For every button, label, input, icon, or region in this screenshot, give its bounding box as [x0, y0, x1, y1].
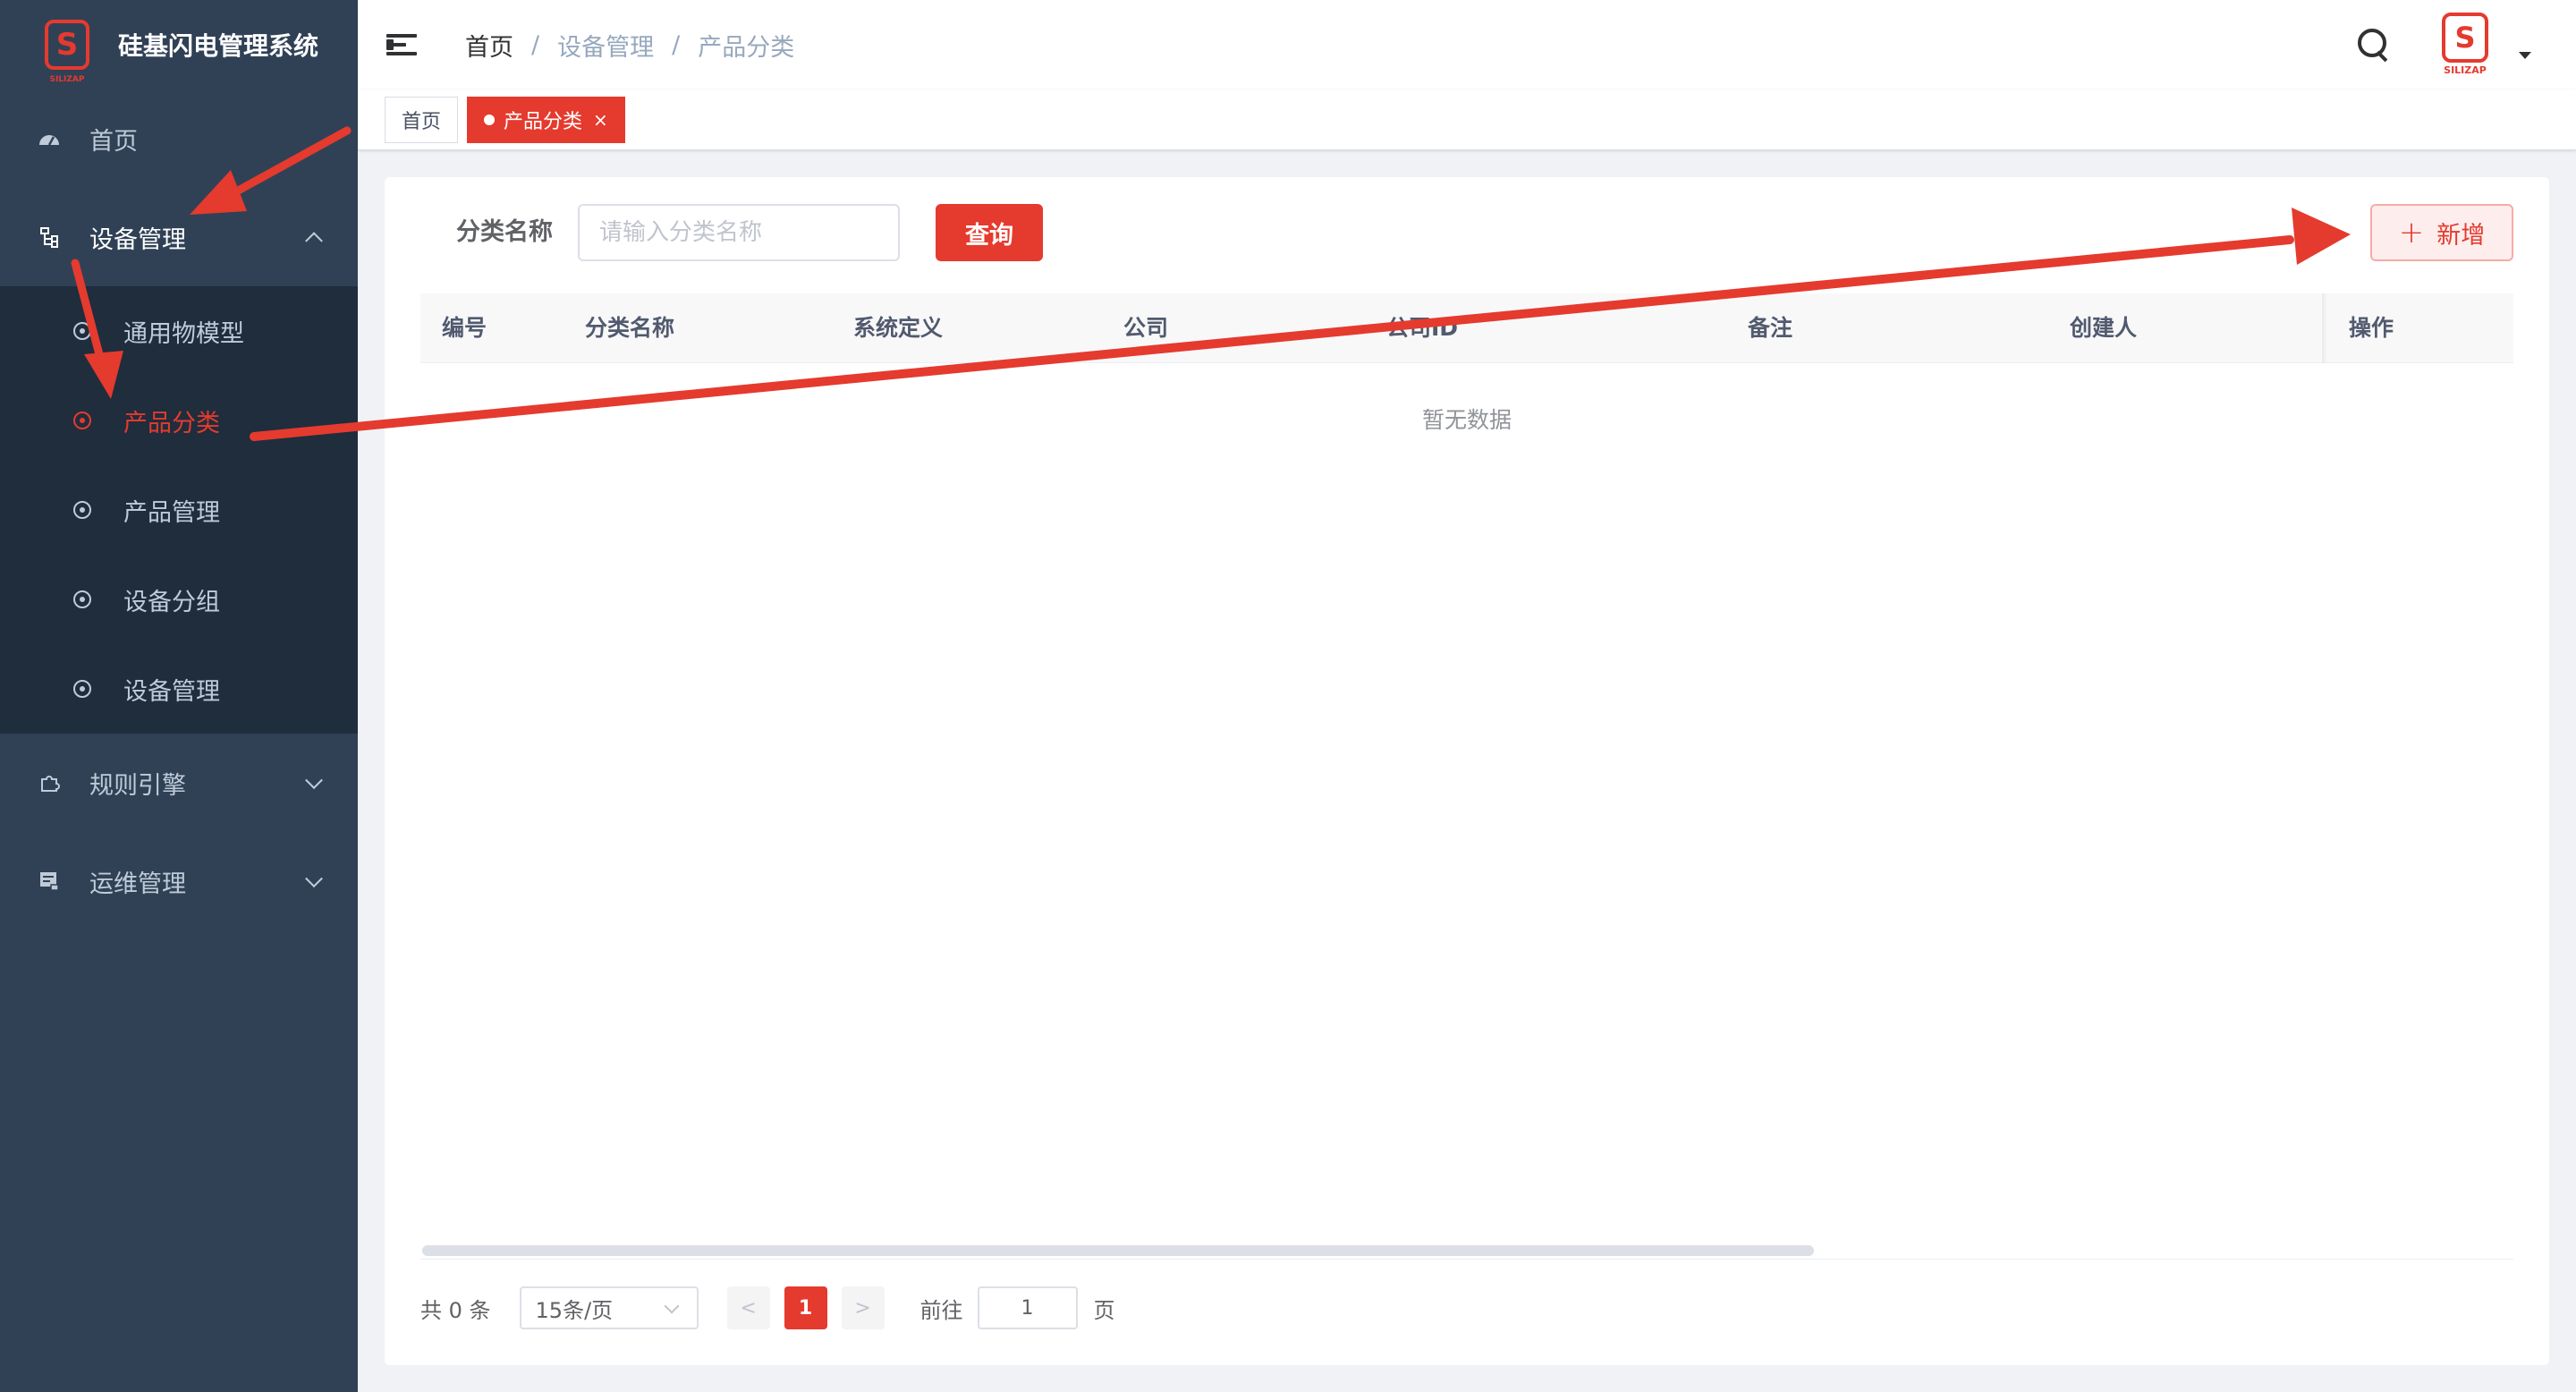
- sidebar-item-label: 首页: [89, 127, 138, 156]
- table-header: 编号 分类名称 系统定义 公司 公司ID 备注 创建人 操作: [420, 293, 2513, 363]
- sidebar-item-label: 运维管理: [89, 870, 186, 898]
- app-title: 硅基闪电管理系统: [118, 31, 319, 61]
- category-name-input[interactable]: [578, 204, 900, 261]
- breadcrumb-current: 产品分类: [698, 33, 795, 62]
- sidebar-item-label: 规则引擎: [89, 771, 186, 800]
- sidebar-item-rule-engine[interactable]: 规则引擎: [0, 734, 358, 832]
- search-form: 分类名称 查询: [385, 204, 2549, 261]
- pagination: 共 0 条 15条/页 < 1 > 前往 页: [420, 1286, 1115, 1329]
- sidebar-item-label: 产品管理: [123, 498, 220, 527]
- monitor-icon: [36, 868, 63, 895]
- table-empty-text: 暂无数据: [1421, 407, 1512, 433]
- horizontal-scrollbar[interactable]: [422, 1245, 1814, 1256]
- page-size-select[interactable]: 15条/页: [519, 1286, 699, 1329]
- dashboard-icon: [36, 125, 63, 152]
- logo-brand: SILIZAP: [49, 75, 85, 84]
- tag-label: 产品分类: [504, 110, 583, 133]
- column-header-creator: 创建人: [2070, 315, 2138, 341]
- fixed-column-shadow: [2322, 293, 2327, 363]
- column-header-actions: 操作: [2349, 315, 2394, 341]
- page-number-current[interactable]: 1: [784, 1286, 827, 1329]
- circle-icon: [73, 501, 91, 519]
- sidebar: S SILIZAP 硅基闪电管理系统 首页 设备管理 通用物模型 产品分类 产品…: [0, 0, 358, 1392]
- prev-page-button[interactable]: <: [726, 1286, 770, 1329]
- chevron-down-icon: [305, 771, 323, 790]
- jump-page-input[interactable]: [977, 1286, 1078, 1329]
- column-header-remark: 备注: [1748, 315, 1793, 341]
- sidebar-item-device-group[interactable]: 设备分组: [0, 555, 358, 644]
- search-icon[interactable]: [2356, 27, 2392, 63]
- top-navbar: 首页 / 设备管理 / 产品分类 S SILIZAP: [358, 0, 2576, 89]
- avatar[interactable]: S SILIZAP: [2438, 13, 2492, 77]
- column-header-company-id: 公司ID: [1386, 315, 1459, 341]
- sidebar-item-ops-management[interactable]: 运维管理: [0, 832, 358, 930]
- table-bottom-border: [420, 1259, 2513, 1260]
- chevron-up-icon: [305, 232, 323, 250]
- column-header-system-defined: 系统定义: [853, 315, 944, 341]
- add-button[interactable]: + 新增: [2370, 204, 2513, 261]
- active-dot-icon: [484, 114, 496, 125]
- puzzle-icon: [36, 769, 63, 796]
- submenu-device-management: 通用物模型 产品分类 产品管理 设备分组 设备管理: [0, 286, 358, 734]
- sidebar-item-product-management[interactable]: 产品管理: [0, 465, 358, 555]
- next-page-button[interactable]: >: [841, 1286, 885, 1329]
- tag-label: 首页: [402, 110, 442, 133]
- sidebar-item-label: 设备分组: [123, 588, 220, 616]
- breadcrumb-device-management: 设备管理: [557, 33, 655, 62]
- plus-icon: +: [2398, 215, 2425, 250]
- circle-icon: [73, 590, 91, 608]
- avatar-logo: S: [2442, 13, 2488, 63]
- circle-icon: [73, 680, 91, 698]
- logo-glyph: S: [55, 27, 79, 63]
- sidebar-item-label: 产品分类: [123, 409, 220, 437]
- column-header-category-name: 分类名称: [585, 315, 675, 341]
- tag-product-category[interactable]: 产品分类 ×: [467, 96, 625, 143]
- jump-suffix: 页: [1093, 1297, 1115, 1323]
- column-header-company: 公司: [1123, 315, 1169, 341]
- sidebar-item-label: 设备管理: [89, 225, 186, 254]
- tags-view: 首页 产品分类 ×: [358, 89, 2576, 150]
- sidebar-item-product-category[interactable]: 产品分类: [0, 376, 358, 465]
- breadcrumb-home[interactable]: 首页: [465, 28, 513, 63]
- avatar-brand: SILIZAP: [2444, 64, 2487, 76]
- app-logo: S SILIZAP: [45, 20, 89, 84]
- chevron-down-icon: [305, 870, 323, 888]
- sidebar-item-label: 设备管理: [123, 677, 220, 706]
- circle-icon: [73, 412, 91, 429]
- circle-icon: [73, 322, 91, 340]
- add-button-label: 新增: [2436, 221, 2486, 250]
- breadcrumb-separator: /: [672, 30, 681, 59]
- tag-home[interactable]: 首页: [385, 96, 459, 143]
- logo-row: S SILIZAP 硅基闪电管理系统: [0, 0, 358, 89]
- sidebar-item-device-list[interactable]: 设备管理: [0, 644, 358, 734]
- sidebar-item-home[interactable]: 首页: [0, 89, 358, 188]
- breadcrumb: 首页 / 设备管理 / 产品分类: [465, 28, 794, 63]
- sidebar-item-device-management[interactable]: 设备管理: [0, 188, 358, 286]
- column-header-id: 编号: [442, 315, 487, 341]
- jump-prefix: 前往: [919, 1297, 963, 1323]
- header-actions: S SILIZAP: [2356, 0, 2576, 89]
- page-size-value: 15条/页: [535, 1297, 614, 1323]
- category-table: 编号 分类名称 系统定义 公司 公司ID 备注 创建人 操作 暂无数据: [420, 293, 2513, 474]
- close-icon[interactable]: ×: [593, 109, 608, 131]
- main-content: 分类名称 查询 + 新增 编号 分类名称 系统定义 公司 公司ID 备注 创建人…: [385, 177, 2549, 1365]
- query-button[interactable]: 查询: [936, 204, 1043, 261]
- caret-down-icon[interactable]: [2519, 52, 2531, 59]
- category-name-label: 分类名称: [456, 218, 553, 246]
- pagination-total: 共 0 条: [420, 1297, 491, 1323]
- sidebar-toggle-icon[interactable]: [386, 32, 419, 57]
- tree-icon: [36, 224, 63, 250]
- breadcrumb-separator: /: [531, 30, 540, 59]
- chevron-down-icon: [664, 1298, 680, 1314]
- sidebar-item-label: 通用物模型: [123, 319, 244, 348]
- sidebar-item-thing-model[interactable]: 通用物模型: [0, 286, 358, 376]
